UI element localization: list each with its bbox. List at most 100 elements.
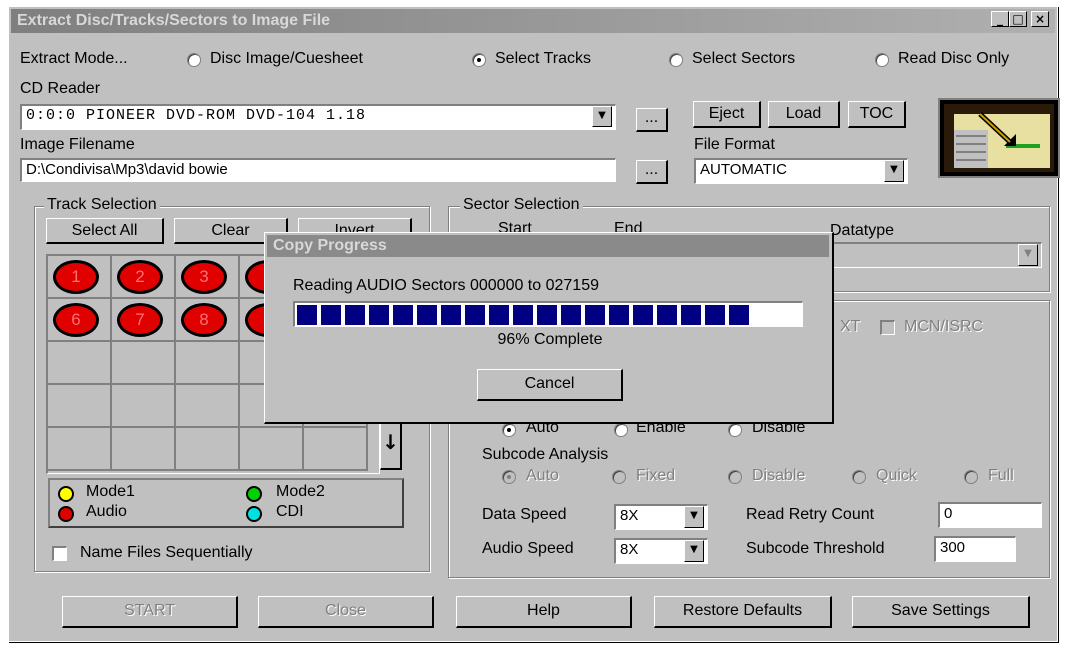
image-filename-input[interactable]: D:\Condivisa\Mp3\david bowie	[20, 158, 616, 182]
radio-select-sectors-label[interactable]: Select Sectors	[692, 50, 795, 68]
cd-reader-browse-button[interactable]: ...	[636, 108, 668, 132]
window-title: Extract Disc/Tracks/Sectors to Image Fil…	[11, 9, 1055, 33]
progress-segment	[489, 305, 509, 325]
read-retry-count-input[interactable]: 0	[938, 502, 1042, 528]
track-cell[interactable]	[176, 342, 240, 385]
select-all-button[interactable]: Select All	[46, 218, 164, 244]
mcn-isrc-label: MCN/ISRC	[904, 318, 984, 335]
track-cell[interactable]	[112, 385, 176, 428]
track-7-audio[interactable]: 7	[117, 303, 163, 337]
track-3-audio[interactable]: 3	[181, 260, 227, 294]
legend-cdi-dot	[246, 506, 262, 522]
copy-progress-dialog: Copy Progress Reading AUDIO Sectors 0000…	[264, 232, 834, 424]
cd-text-label: XT	[840, 318, 861, 335]
radio-subcode-disable-label: Disable	[752, 467, 806, 484]
progress-segment	[537, 305, 557, 325]
cancel-button[interactable]: Cancel	[477, 369, 623, 401]
track-cell[interactable]: 7	[112, 299, 176, 342]
close-button: Close	[258, 596, 434, 628]
track-2-audio[interactable]: 2	[117, 260, 163, 294]
minimize-button[interactable]: _	[991, 11, 1009, 27]
help-button[interactable]: Help	[456, 596, 632, 628]
chevron-down-icon[interactable]: ▼	[884, 160, 904, 182]
disc-image-icon	[938, 98, 1060, 178]
track-8-audio[interactable]: 8	[181, 303, 227, 337]
radio-read-disc-only[interactable]	[875, 53, 889, 67]
subcode-threshold-label: Subcode Threshold	[746, 540, 885, 557]
progress-segment	[465, 305, 485, 325]
load-button[interactable]: Load	[768, 101, 840, 128]
track-cell[interactable]	[304, 428, 368, 471]
extract-mode-label: Extract Mode...	[20, 50, 128, 67]
image-filename-browse-button[interactable]: ...	[636, 160, 668, 184]
track-cell[interactable]: 6	[48, 299, 112, 342]
track-cell[interactable]	[176, 428, 240, 471]
radio-subcode-quick-label: Quick	[876, 467, 917, 484]
radio-select-tracks[interactable]	[472, 53, 486, 67]
radio-mode-auto[interactable]	[502, 423, 516, 437]
track-cell[interactable]	[112, 428, 176, 471]
progress-segment	[585, 305, 605, 325]
progress-segment	[513, 305, 533, 325]
track-cell[interactable]: 2	[112, 256, 176, 299]
radio-disc-image[interactable]	[187, 53, 201, 67]
track-cell[interactable]: 3	[176, 256, 240, 299]
progress-segment	[417, 305, 437, 325]
progress-segment	[657, 305, 677, 325]
save-settings-button[interactable]: Save Settings	[852, 596, 1030, 628]
start-button: START	[62, 596, 238, 628]
subcode-analysis-label: Subcode Analysis	[482, 446, 609, 463]
chevron-down-icon[interactable]: ▼	[684, 540, 704, 562]
chevron-down-icon: ▼	[1018, 244, 1038, 266]
legend-audio-label: Audio	[86, 503, 127, 520]
file-format-select[interactable]: AUTOMATIC	[694, 158, 908, 184]
maximize-button[interactable]: □	[1009, 11, 1027, 27]
radio-disc-image-label[interactable]: Disc Image/Cuesheet	[210, 50, 363, 68]
track-cell[interactable]	[48, 385, 112, 428]
track-cell[interactable]	[176, 385, 240, 428]
track-6-audio[interactable]: 6	[53, 303, 99, 337]
radio-mode-disable[interactable]	[728, 423, 742, 437]
cd-reader-select[interactable]: 0:0:0 PIONEER DVD-ROM DVD-104 1.18	[20, 104, 616, 130]
restore-defaults-button[interactable]: Restore Defaults	[654, 596, 832, 628]
sector-selection-title: Sector Selection	[460, 196, 583, 214]
track-1-audio[interactable]: 1	[53, 260, 99, 294]
progress-segment	[729, 305, 749, 325]
track-cell[interactable]	[48, 342, 112, 385]
progress-segment	[393, 305, 413, 325]
subcode-threshold-input[interactable]: 300	[934, 536, 1016, 562]
track-selection-title: Track Selection	[44, 196, 160, 214]
track-cell[interactable]: 1	[48, 256, 112, 299]
radio-subcode-full	[964, 470, 978, 484]
datatype-label: Datatype	[830, 222, 895, 239]
track-cell[interactable]	[240, 428, 304, 471]
scroll-down-arrow-icon[interactable]: ↓	[380, 418, 402, 470]
radio-select-sectors[interactable]	[669, 53, 683, 67]
name-files-sequentially-label[interactable]: Name Files Sequentially	[80, 544, 253, 562]
track-cell[interactable]	[48, 428, 112, 471]
radio-subcode-fixed	[612, 470, 626, 484]
file-format-label: File Format	[694, 136, 775, 153]
radio-mode-enable[interactable]	[614, 423, 628, 437]
radio-read-disc-only-label[interactable]: Read Disc Only	[898, 50, 1009, 68]
radio-subcode-auto	[502, 470, 516, 484]
name-files-sequentially-checkbox[interactable]	[52, 546, 67, 561]
legend-mode1-dot	[58, 486, 74, 502]
legend-mode1-label: Mode1	[86, 483, 135, 500]
chevron-down-icon[interactable]: ▼	[684, 506, 704, 528]
close-window-button[interactable]: ×	[1031, 11, 1049, 27]
toc-button[interactable]: TOC	[848, 101, 906, 128]
legend-cdi-label: CDI	[276, 503, 304, 520]
eject-button[interactable]: Eject	[693, 101, 761, 128]
radio-select-tracks-label[interactable]: Select Tracks	[495, 50, 591, 68]
mcn-isrc-checkbox	[880, 320, 895, 335]
radio-subcode-fixed-label: Fixed	[636, 467, 676, 484]
track-cell[interactable]: 8	[176, 299, 240, 342]
progress-bar	[293, 301, 803, 327]
radio-subcode-full-label: Full	[988, 467, 1014, 484]
legend-mode2-dot	[246, 486, 262, 502]
legend-audio-dot	[58, 506, 74, 522]
track-cell[interactable]	[112, 342, 176, 385]
copy-progress-title: Copy Progress	[267, 235, 829, 257]
chevron-down-icon[interactable]: ▼	[592, 106, 612, 127]
